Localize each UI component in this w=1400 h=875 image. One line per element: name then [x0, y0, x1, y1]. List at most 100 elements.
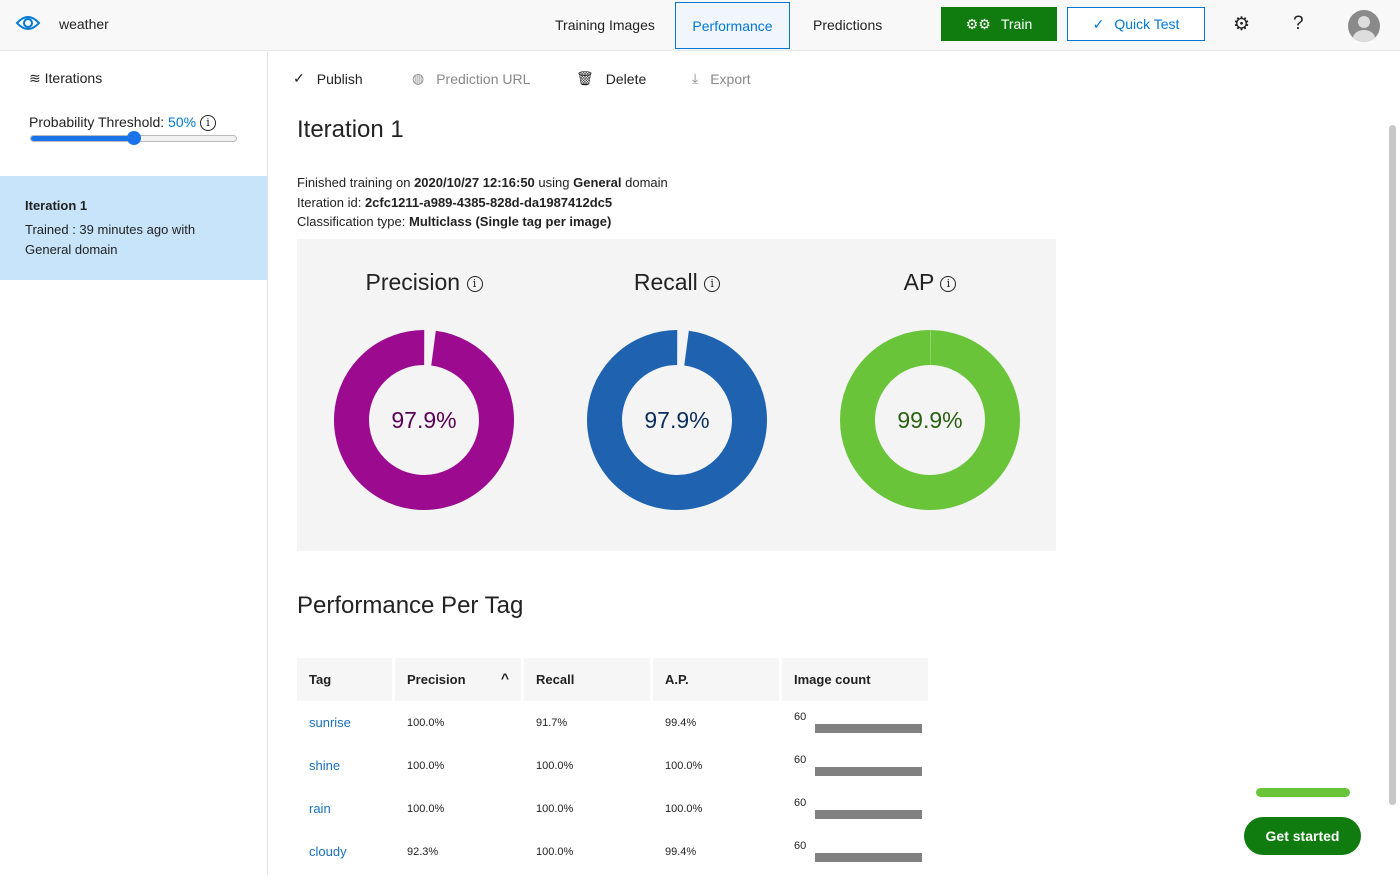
iterations-label: Iterations — [44, 70, 103, 86]
train-label: Train — [1000, 16, 1033, 32]
settings-gear-icon[interactable]: ⚙ — [1233, 13, 1250, 36]
image-count-bar — [815, 724, 922, 734]
table-row: sunrise 100.0% 91.7% 99.4% 60 — [297, 701, 928, 744]
metric-title: Recall i — [577, 269, 777, 296]
image-count-bar — [815, 767, 922, 777]
image-count: 60 — [794, 753, 807, 766]
domain: General — [573, 175, 622, 190]
get-started-button[interactable]: Get started — [1244, 817, 1361, 855]
metric-title: AP i — [830, 269, 1030, 296]
recall-cell: 100.0% — [536, 759, 574, 772]
metrics-panel: Precision i 97.9% Recall i 97.9% AP i 99… — [297, 239, 1056, 551]
header-precision-label: Precision — [407, 672, 466, 687]
image-count-cell: 60 — [782, 744, 928, 787]
slider-fill — [31, 136, 134, 141]
iteration-title: Iteration 1 — [25, 198, 88, 213]
image-count-cell: 60 — [782, 787, 928, 830]
per-tag-title: Performance Per Tag — [297, 592, 524, 619]
metric-label: Precision — [365, 269, 461, 295]
check-icon: ✓ — [293, 70, 305, 86]
ap-cell: 100.0% — [665, 802, 703, 815]
publish-label: Publish — [316, 70, 363, 87]
help-icon[interactable]: ? — [1293, 13, 1304, 35]
tag-link[interactable]: rain — [297, 787, 395, 830]
image-count: 60 — [794, 796, 807, 809]
quick-test-button[interactable]: ✓ Quick Test — [1067, 7, 1205, 41]
trash-icon: 🗑 — [576, 70, 594, 86]
tab-performance[interactable]: Performance — [675, 2, 790, 49]
sidebar: ≋ Iterations Probability Threshold: 50% … — [0, 52, 268, 875]
table-row: rain 100.0% 100.0% 100.0% 60 — [297, 787, 928, 830]
threshold-value: 50% — [168, 114, 197, 130]
tag-link[interactable]: shine — [297, 744, 395, 787]
export-label: Export — [710, 70, 751, 87]
id-label: Iteration id: — [297, 194, 365, 210]
metric-value: 99.9% — [897, 407, 963, 433]
recall-cell: 100.0% — [536, 802, 574, 815]
finished-mid: using — [534, 175, 574, 190]
export-button[interactable]: ⤓ Export — [692, 70, 751, 87]
progress-indicator — [1256, 788, 1350, 797]
train-button[interactable]: ⚙⚙ Train — [941, 7, 1057, 41]
tab-training-images[interactable]: Training Images — [538, 2, 672, 49]
precision-cell: 92.3% — [407, 845, 439, 858]
quick-test-label: Quick Test — [1114, 16, 1180, 32]
project-name[interactable]: weather — [59, 16, 109, 32]
metric-value: 97.9% — [391, 407, 457, 433]
table-row: shine 100.0% 100.0% 100.0% 60 — [297, 744, 928, 787]
info-icon[interactable]: i — [940, 275, 957, 292]
threshold-slider[interactable] — [30, 131, 237, 145]
recall-metric: Recall i 97.9% — [577, 239, 777, 551]
tab-predictions[interactable]: Predictions — [796, 2, 899, 49]
header-tag[interactable]: Tag — [297, 658, 395, 701]
image-count: 60 — [794, 839, 807, 852]
iteration-list-item[interactable]: Iteration 1 Trained : 39 minutes ago wit… — [0, 176, 267, 280]
scrollbar[interactable] — [1389, 125, 1396, 805]
info-icon[interactable]: i — [704, 275, 721, 292]
header-precision[interactable]: Precision ^ — [395, 658, 524, 701]
precision-cell: 100.0% — [407, 759, 445, 772]
info-icon[interactable]: i — [466, 275, 483, 292]
finished-prefix: Finished training on — [297, 175, 415, 190]
tag-link[interactable]: cloudy — [297, 830, 395, 873]
prediction-url-label: Prediction URL — [436, 70, 531, 87]
image-count: 60 — [794, 710, 807, 723]
image-count-cell: 60 — [782, 830, 928, 873]
precision-metric: Precision i 97.9% — [324, 239, 524, 551]
recall-cell: 100.0% — [536, 845, 574, 858]
page-title: Iteration 1 — [297, 116, 404, 143]
precision-cell: 100.0% — [407, 802, 445, 815]
sort-ascending-icon[interactable]: ^ — [501, 670, 509, 686]
image-count-bar — [815, 810, 922, 820]
iteration-details: Finished training on 2020/10/27 12:16:50… — [297, 173, 668, 232]
metric-title: Precision i — [324, 269, 524, 296]
layers-icon: ≋ — [29, 70, 41, 86]
top-bar: weather Training Images Performance Pred… — [0, 0, 1400, 51]
download-icon: ⤓ — [692, 70, 699, 86]
ap-cell: 99.4% — [665, 716, 697, 729]
prediction-url-button[interactable]: ◍ Prediction URL — [412, 70, 530, 87]
classification-type: Multiclass (Single tag per image) — [409, 214, 612, 229]
header-ap[interactable]: A.P. — [653, 658, 782, 701]
delete-label: Delete — [605, 70, 647, 87]
publish-button[interactable]: ✓ Publish — [293, 70, 363, 87]
check-icon: ✓ — [1092, 15, 1105, 32]
table-row: cloudy 92.3% 100.0% 99.4% 60 — [297, 830, 928, 873]
slider-handle[interactable] — [126, 131, 141, 145]
avatar[interactable] — [1348, 10, 1380, 42]
metric-value: 97.9% — [644, 407, 710, 433]
header-image-count[interactable]: Image count — [782, 658, 928, 701]
iterations-header: ≋ Iterations — [29, 70, 102, 87]
delete-button[interactable]: 🗑 Delete — [576, 70, 646, 87]
gears-icon: ⚙⚙ — [965, 15, 991, 32]
threshold-label: Probability Threshold: — [29, 114, 165, 130]
tag-link[interactable]: sunrise — [297, 701, 395, 744]
metric-label: AP — [903, 269, 934, 295]
recall-cell: 91.7% — [536, 716, 568, 729]
per-tag-table: Tag Precision ^ Recall A.P. Image count s… — [297, 658, 928, 873]
eye-logo-icon — [15, 16, 41, 30]
header-recall[interactable]: Recall — [524, 658, 653, 701]
info-icon[interactable]: i — [199, 115, 216, 132]
ap-cell: 100.0% — [665, 759, 703, 772]
iteration-domain: General domain — [25, 242, 118, 257]
